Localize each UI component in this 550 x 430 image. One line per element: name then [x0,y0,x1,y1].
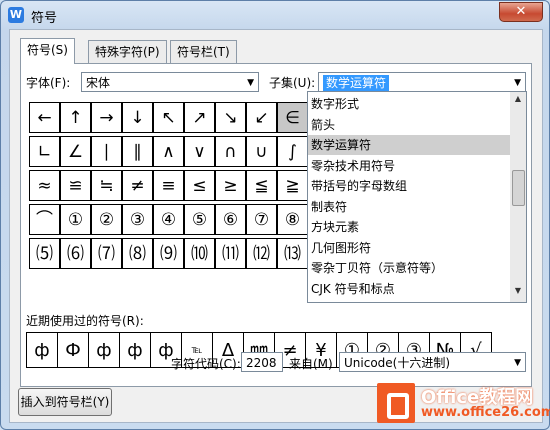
recent-symbol-cell[interactable]: ф [26,332,58,368]
window-title: 符号 [31,11,58,26]
chevron-down-icon: ▼ [514,358,521,368]
char-code-input[interactable]: 2208 [241,352,283,372]
from-value: Unicode(十六进制) [344,356,451,370]
dropdown-option[interactable]: CJK 符号和标点 [308,279,511,299]
chevron-down-icon: ▼ [514,78,521,88]
symbol-cell[interactable]: ⑧ [277,204,308,235]
dropdown-option[interactable]: 零杂技术用符号 [308,156,511,176]
symbol-cell[interactable]: ∪ [246,136,277,167]
symbol-cell[interactable]: ⑿ [246,238,277,269]
title-bar: W 符号 ✕ [1,1,549,29]
symbol-cell[interactable]: ≡ [153,170,184,201]
subset-dropdown-list: 数字形式 箭头 数学运算符 零杂技术用符号 带括号的字母数组 制表符 方块元素 几何图形符 零杂… [307,91,527,303]
symbol-cell[interactable]: ≈ [29,170,60,201]
symbol-cell[interactable]: ⑺ [91,238,122,269]
dropdown-option[interactable]: 带括号的字母数组 [308,176,511,196]
recent-symbol-cell[interactable]: ф [119,332,151,368]
symbol-cell[interactable]: ∟ [29,136,60,167]
symbol-cell[interactable]: ⑹ [60,238,91,269]
symbol-cell[interactable]: ≤ [184,170,215,201]
chevron-down-icon: ▼ [247,78,254,88]
font-select[interactable]: 宋体 ▼ [81,72,259,92]
symbol-cell[interactable]: ∫ [277,136,308,167]
tab-symbol-bar[interactable]: 符号栏(T) [170,40,237,63]
from-label: 来自(M) [289,357,333,371]
symbol-cell[interactable]: ↗ [184,102,215,133]
symbol-cell[interactable]: ≒ [91,170,122,201]
symbol-cell[interactable]: ⑾ [215,238,246,269]
dropdown-option[interactable]: 零杂丁贝符（示意符等） [308,258,511,278]
from-select[interactable]: Unicode(十六进制) ▼ [339,352,526,372]
symbol-cell[interactable]: ↑ [60,102,91,133]
scroll-thumb[interactable] [512,170,525,206]
symbol-cell[interactable]: ⑽ [184,238,215,269]
symbol-cell[interactable]: ⑥ [215,204,246,235]
recent-symbol-cell[interactable]: Ф [57,332,89,368]
symbol-cell[interactable]: ∨ [184,136,215,167]
symbol-cell[interactable]: ≠ [122,170,153,201]
tab-special-chars[interactable]: 特殊字符(P) [88,40,167,63]
dropdown-option[interactable]: 几何图形符 [308,238,511,258]
symbol-cell[interactable]: ≦ [246,170,277,201]
symbol-cell[interactable]: ∣ [91,136,122,167]
recent-label: 近期使用过的符号(R): [26,314,144,328]
subset-select[interactable]: 数学运算符 ▼ [318,72,526,92]
symbol-cell[interactable]: ↘ [215,102,246,133]
wps-logo-icon: W [8,7,24,23]
symbol-cell[interactable]: ① [60,204,91,235]
symbol-cell[interactable]: ⑼ [153,238,184,269]
symbol-cell[interactable]: ≥ [215,170,246,201]
subset-value: 数学运算符 [323,75,390,91]
symbol-cell[interactable]: ⑸ [29,238,60,269]
symbol-dialog: W 符号 ✕ 符号(S) 特殊字符(P) 符号栏(T) 字体(F): 宋体 ▼ … [0,0,550,430]
tab-symbol[interactable]: 符号(S) [20,38,75,64]
scroll-down-icon[interactable]: ▼ [512,286,524,300]
symbol-cell[interactable]: ≧ [277,170,308,201]
dropdown-option[interactable]: 制表符 [308,197,511,217]
symbol-cell[interactable]: ∈ [277,102,308,133]
symbol-cell[interactable]: ② [91,204,122,235]
symbol-cell[interactable]: ④ [153,204,184,235]
symbol-cell[interactable]: ≌ [60,170,91,201]
symbol-cell[interactable]: ← [29,102,60,133]
watermark-logo: Office教程网 www.office26.com [377,383,550,427]
symbol-cell[interactable]: ⒀ [277,238,308,269]
watermark-url: www.office26.com [421,405,550,420]
symbol-cell[interactable]: ⑻ [122,238,153,269]
symbol-cell[interactable]: ↓ [122,102,153,133]
scroll-up-icon[interactable]: ▲ [512,94,524,108]
symbol-cell[interactable]: ③ [122,204,153,235]
dropdown-option[interactable]: 箭头 [308,115,511,135]
symbol-cell[interactable]: ∠ [60,136,91,167]
subset-label: 子集(U): [269,76,316,90]
char-code-label: 字符代码(C): [171,357,241,371]
insert-to-symbol-bar-button[interactable]: 插入到符号栏(Y) [18,388,112,416]
symbol-cell[interactable]: ∥ [122,136,153,167]
close-button[interactable]: ✕ [499,2,543,22]
symbol-cell[interactable]: ⑤ [184,204,215,235]
recent-symbol-cell[interactable]: ф [88,332,120,368]
symbol-cell[interactable]: ⌒ [29,204,60,235]
font-label: 字体(F): [26,76,71,90]
font-value: 宋体 [86,76,111,90]
symbol-cell[interactable]: → [91,102,122,133]
symbol-cell[interactable]: ↙ [246,102,277,133]
symbol-cell[interactable]: ⑦ [246,204,277,235]
symbol-cell[interactable]: ↖ [153,102,184,133]
dropdown-option[interactable]: 数学运算符 [308,135,511,155]
symbol-cell[interactable]: ∩ [215,136,246,167]
dropdown-option[interactable]: 数字形式 [308,94,511,114]
dropdown-option[interactable]: 方块元素 [308,217,511,237]
office-logo-icon [377,383,415,423]
symbol-cell[interactable]: ∧ [153,136,184,167]
dropdown-scrollbar[interactable]: ▲ ▼ [510,92,526,302]
